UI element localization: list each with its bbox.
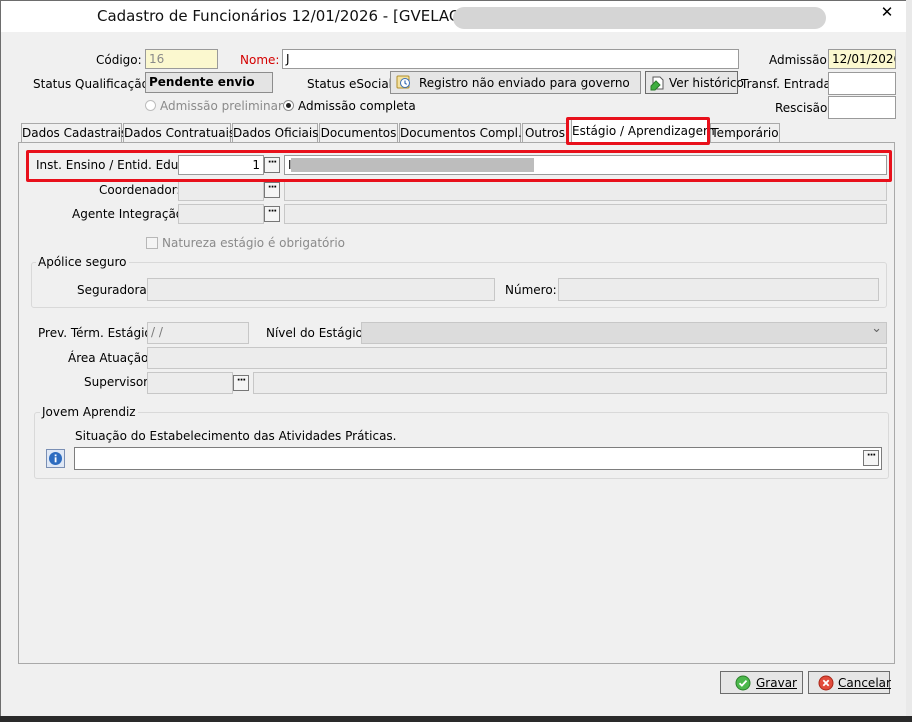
coordenador-label: Coordenador:	[99, 183, 181, 197]
cancelar-button[interactable]: Cancelar	[808, 671, 891, 694]
seguradora-label: Seguradora:	[77, 283, 151, 297]
situacao-estabelecimento-label: Situação do Estabelecimento das Atividad…	[75, 429, 397, 443]
numero-field[interactable]	[558, 278, 879, 301]
supervisor-label: Supervisor:	[84, 375, 152, 389]
admissao-label: Admissão:	[769, 53, 831, 67]
situacao-lookup-button[interactable]: ···	[863, 450, 879, 466]
natureza-obrigatorio-checkbox[interactable]	[146, 237, 158, 249]
coordenador-lookup-button[interactable]: ···	[264, 182, 280, 198]
esocial-status-text: Registro não enviado para governo	[419, 76, 630, 90]
area-atuacao-label: Área Atuação:	[68, 351, 153, 365]
gravar-button[interactable]: Gravar	[720, 671, 803, 694]
codigo-field[interactable]: 16	[145, 49, 218, 69]
admissao-preliminar-radio[interactable]	[145, 100, 156, 111]
agente-integracao-code-field[interactable]	[178, 204, 264, 224]
esocial-status-icon	[396, 74, 412, 90]
admissao-completa-radio[interactable]	[283, 100, 294, 111]
window-title: Cadastro de Funcionários 12/01/2026 - [G…	[97, 7, 490, 25]
coordenador-name-field	[284, 181, 887, 201]
agente-integracao-label: Agente Integração:	[72, 207, 188, 221]
employee-registration-window: Cadastro de Funcionários 12/01/2026 - [G…	[0, 0, 908, 718]
ver-historico-label: Ver histórico	[669, 76, 744, 90]
nivel-estagio-label: Nível do Estágio:	[266, 326, 367, 340]
supervisor-name-field	[253, 372, 887, 394]
coordenador-code-field[interactable]	[178, 181, 264, 201]
tab-documentos[interactable]: Documentos	[319, 123, 398, 142]
natureza-obrigatorio-label: Natureza estágio é obrigatório	[162, 236, 346, 250]
agente-integracao-name-field	[284, 204, 887, 224]
chevron-down-icon: ⌄	[871, 322, 882, 336]
supervisor-code-field[interactable]	[147, 372, 233, 394]
codigo-label: Código:	[96, 53, 142, 67]
cancel-icon	[818, 675, 834, 691]
status-esocial-label: Status eSocial:	[307, 77, 397, 91]
close-icon[interactable]: ✕	[867, 1, 907, 23]
seguradora-field[interactable]	[147, 278, 495, 301]
info-icon[interactable]	[46, 449, 65, 468]
tab-outros[interactable]: Outros	[522, 123, 568, 142]
nome-field[interactable]: J	[282, 49, 739, 69]
tab-temporario[interactable]: Temporário	[710, 123, 780, 142]
transf-entrada-label: Transf. Entrada:	[741, 77, 835, 91]
tab-dados-oficiais[interactable]: Dados Oficiais	[232, 123, 319, 142]
check-icon	[735, 675, 751, 691]
jovem-aprendiz-title: Jovem Aprendiz	[40, 405, 138, 419]
cancelar-label: Cancelar	[838, 676, 891, 690]
rescisao-label: Rescisão:	[775, 101, 832, 115]
ver-historico-button[interactable]: Ver histórico	[645, 71, 744, 94]
apolice-seguro-title: Apólice seguro	[36, 255, 129, 269]
area-atuacao-field[interactable]	[147, 347, 887, 369]
inst-ensino-highlight-box	[26, 150, 892, 182]
tab-highlight-box	[566, 117, 710, 145]
redacted-title-region	[453, 7, 826, 29]
admissao-completa-label: Admissão completa	[298, 99, 416, 113]
agente-integracao-lookup-button[interactable]: ···	[264, 206, 280, 222]
supervisor-lookup-button[interactable]: ···	[233, 375, 249, 391]
status-qualificacao-label: Status Qualificação:	[33, 77, 153, 91]
prev-term-estagio-field[interactable]: / /	[147, 322, 249, 344]
admissao-preliminar-label: Admissão preliminar	[160, 99, 283, 113]
numero-label: Número:	[505, 283, 557, 297]
gravar-label: Gravar	[756, 676, 797, 690]
tab-dados-cadastrais[interactable]: Dados Cadastrais	[21, 123, 127, 142]
transf-entrada-field[interactable]	[828, 72, 896, 95]
history-icon	[650, 75, 666, 91]
title-bar: Cadastro de Funcionários 12/01/2026 - [G…	[1, 1, 907, 32]
admissao-date-field[interactable]: 12/01/2026	[828, 49, 896, 69]
nivel-estagio-select[interactable]: ⌄	[361, 322, 887, 344]
rescisao-field[interactable]	[828, 96, 896, 119]
situacao-estabelecimento-field[interactable]	[74, 447, 882, 470]
status-qualificacao-value: Pendente envio	[145, 72, 273, 93]
prev-term-estagio-label: Prev. Térm. Estágio:	[38, 326, 156, 340]
background-window-edge	[906, 0, 912, 722]
esocial-status-button[interactable]: Registro não enviado para governo	[390, 71, 641, 94]
tab-documentos-compl[interactable]: Documentos Compl.	[399, 123, 522, 142]
tab-dados-contratuais[interactable]: Dados Contratuais	[123, 123, 235, 142]
nome-label: Nome:	[240, 53, 280, 67]
background-taskbar-edge	[0, 716, 912, 722]
